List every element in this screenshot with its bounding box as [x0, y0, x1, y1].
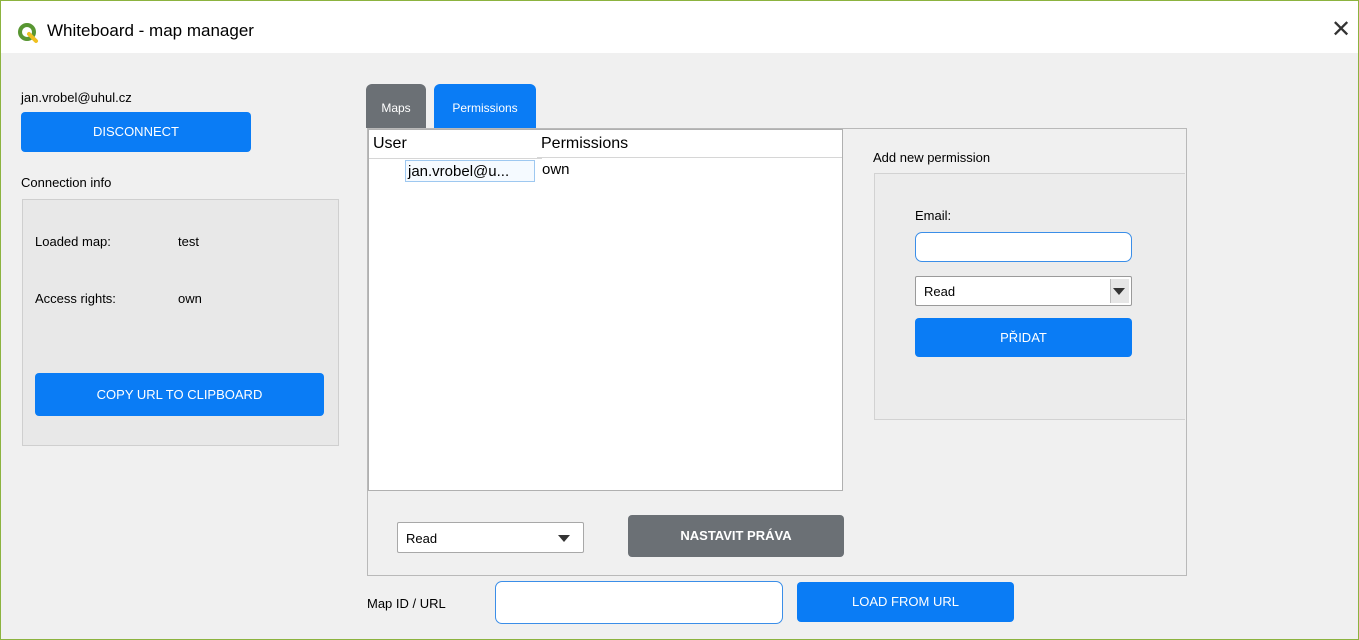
new-permission-select-value: Read [924, 284, 956, 299]
add-permission-box: Email: Read PŘIDAT [874, 173, 1185, 420]
access-rights-label: Access rights: [35, 291, 116, 306]
add-button[interactable]: PŘIDAT [915, 318, 1132, 357]
connection-info-title: Connection info [21, 175, 112, 190]
permission-select[interactable]: Read [397, 522, 584, 553]
window-title: Whiteboard - map manager [47, 21, 254, 40]
main-window: Whiteboard - map manager ✕ jan.vrobel@uh… [0, 0, 1359, 640]
chevron-down-icon [558, 535, 570, 542]
column-header-permissions[interactable]: Permissions [537, 130, 842, 158]
table-cell-permission[interactable]: own [542, 161, 570, 178]
map-url-input[interactable] [495, 581, 783, 624]
column-header-user[interactable]: User [369, 130, 542, 159]
connection-info-box: Loaded map: test Access rights: own COPY… [22, 199, 339, 446]
tab-maps[interactable]: Maps [366, 84, 426, 128]
tab-permissions[interactable]: Permissions [434, 84, 536, 128]
loaded-map-label: Loaded map: [35, 234, 111, 249]
email-field[interactable] [915, 232, 1132, 262]
chevron-down-icon [1113, 288, 1125, 295]
new-permission-select[interactable]: Read [915, 276, 1132, 306]
set-rights-button[interactable]: NASTAVIT PRÁVA [628, 515, 844, 557]
permission-select-value: Read [406, 531, 438, 546]
permissions-table[interactable]: User Permissions jan.vrobel@u... own [368, 129, 843, 491]
access-rights-value: own [178, 291, 202, 306]
qgis-logo-icon [18, 23, 38, 43]
close-icon[interactable]: ✕ [1326, 15, 1356, 45]
copy-url-button[interactable]: COPY URL TO CLIPBOARD [35, 373, 324, 416]
add-permission-title: Add new permission [873, 150, 991, 165]
table-cell-user[interactable]: jan.vrobel@u... [405, 160, 535, 182]
disconnect-button[interactable]: DISCONNECT [21, 112, 251, 152]
title-bar: Whiteboard - map manager ✕ [1, 1, 1358, 53]
map-url-label: Map ID / URL [367, 596, 446, 611]
loaded-map-value: test [178, 234, 199, 249]
load-from-url-button[interactable]: LOAD FROM URL [797, 582, 1014, 622]
email-label: Email: [915, 208, 952, 223]
user-email: jan.vrobel@uhul.cz [21, 90, 132, 105]
